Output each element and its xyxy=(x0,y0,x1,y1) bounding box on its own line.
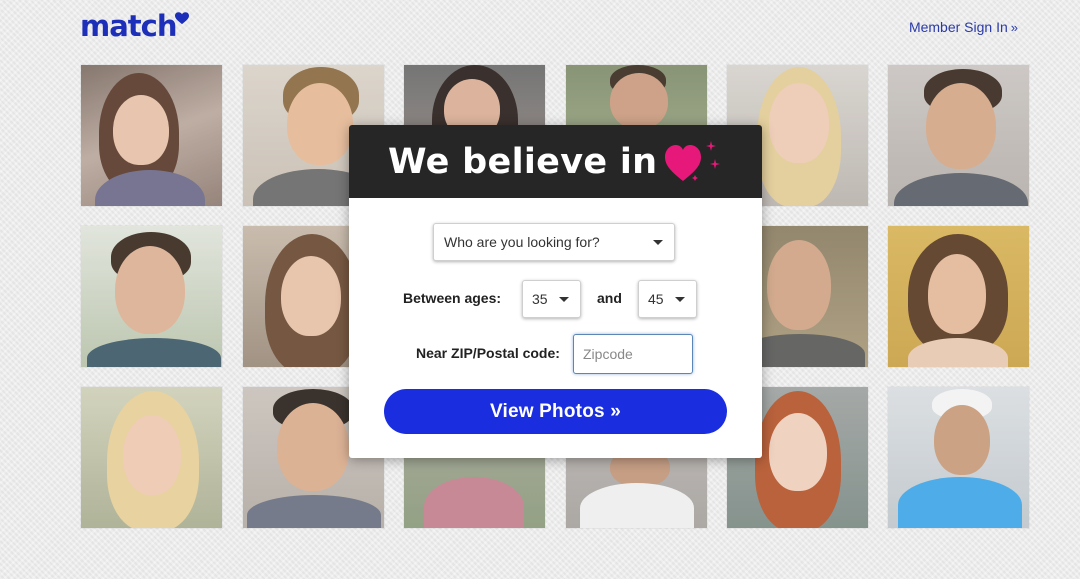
profile-photo xyxy=(888,226,1029,367)
tagline: We believe in xyxy=(388,141,658,182)
age-min-select[interactable]: 35 xyxy=(522,280,581,318)
looking-for-value: Who are you looking for? xyxy=(444,234,600,250)
signin-label: Member Sign In xyxy=(908,19,1008,35)
chevron-down-icon xyxy=(653,239,663,245)
age-joiner-label: and xyxy=(597,290,622,306)
signin-arrow: » xyxy=(1010,20,1018,35)
profile-photo xyxy=(81,226,222,367)
age-range-label: Between ages: xyxy=(403,290,502,306)
zip-label: Near ZIP/Postal code: xyxy=(416,345,560,361)
heart-icon xyxy=(663,139,725,192)
zip-input[interactable] xyxy=(573,334,693,374)
age-max-value: 45 xyxy=(648,291,664,307)
modal-header: We believe in xyxy=(349,125,762,198)
logo-heart-icon xyxy=(174,12,189,30)
chevron-down-icon xyxy=(559,296,569,302)
view-photos-button[interactable]: View Photos » xyxy=(384,389,727,434)
search-modal: We believe in Who are you looking for? B… xyxy=(349,125,762,458)
match-logo[interactable]: match xyxy=(80,6,189,46)
chevron-down-icon xyxy=(675,296,685,302)
profile-photo xyxy=(81,65,222,206)
profile-photo xyxy=(888,387,1029,528)
member-sign-in-link[interactable]: Member Sign In» xyxy=(909,19,1018,35)
profile-photo xyxy=(888,65,1029,206)
logo-text: match xyxy=(80,9,177,43)
age-min-value: 35 xyxy=(532,291,548,307)
profile-photo xyxy=(81,387,222,528)
age-max-select[interactable]: 45 xyxy=(638,280,697,318)
looking-for-select[interactable]: Who are you looking for? xyxy=(433,223,675,261)
